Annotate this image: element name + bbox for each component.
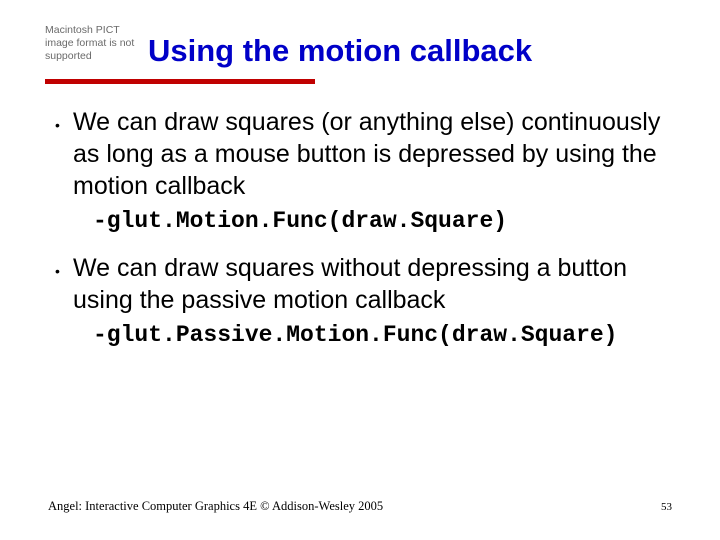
bullet-dot-icon: • — [55, 252, 63, 278]
bullet-text: We can draw squares without depressing a… — [73, 252, 670, 316]
content-area: • We can draw squares (or anything else)… — [45, 106, 680, 348]
footer: Angel: Interactive Computer Graphics 4E … — [48, 499, 672, 514]
code-line: -glut.Motion.Func(draw.Square) — [55, 208, 670, 234]
bullet-text: We can draw squares (or anything else) c… — [73, 106, 670, 202]
bullet-item: • We can draw squares without depressing… — [55, 252, 670, 316]
divider-rule — [45, 79, 315, 84]
code-line: -glut.Passive.Motion.Func(draw.Square) — [55, 322, 670, 348]
pict-placeholder: Macintosh PICT image format is not suppo… — [45, 20, 140, 63]
header-row: Macintosh PICT image format is not suppo… — [45, 20, 680, 69]
page-number: 53 — [661, 501, 672, 513]
bullet-item: • We can draw squares (or anything else)… — [55, 106, 670, 202]
footer-citation: Angel: Interactive Computer Graphics 4E … — [48, 499, 383, 514]
slide-title: Using the motion callback — [148, 20, 532, 69]
bullet-dot-icon: • — [55, 106, 63, 132]
